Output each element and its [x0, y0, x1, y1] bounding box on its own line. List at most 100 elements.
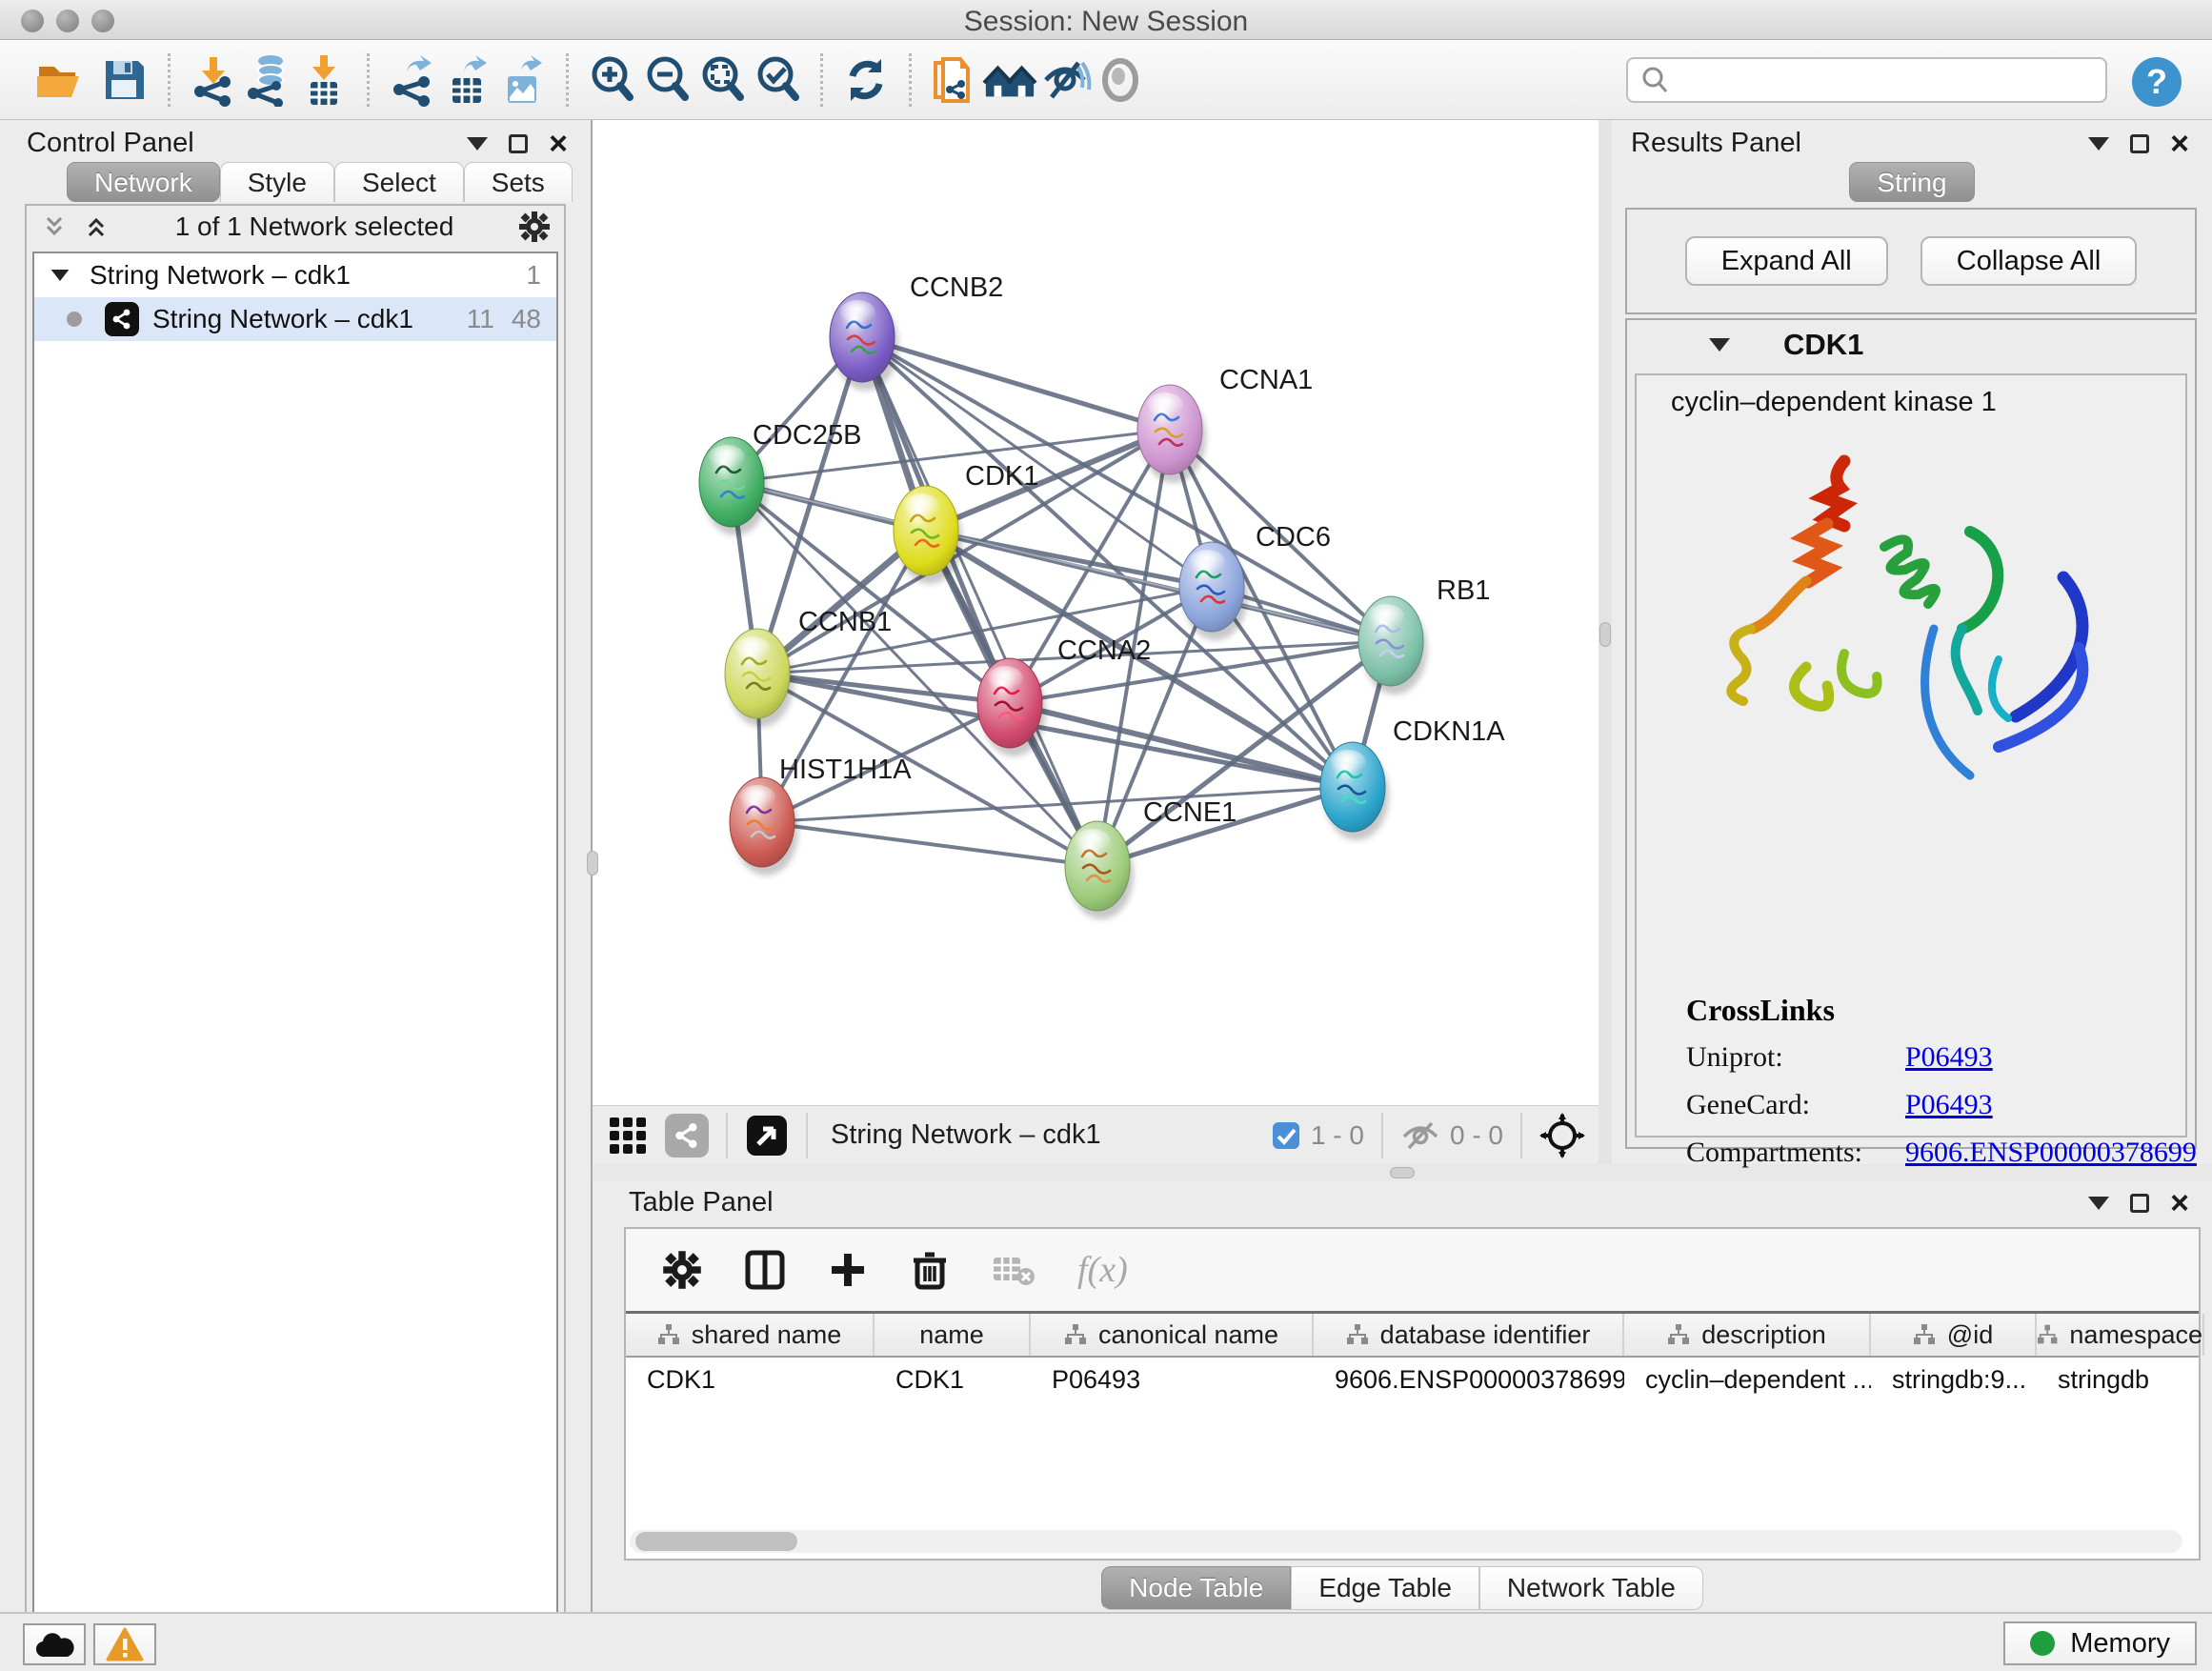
edge-CCNB2-CCNA1[interactable] [862, 337, 1170, 430]
maximize-results-icon[interactable] [2130, 134, 2149, 153]
table-cell[interactable]: stringdb:9... [1871, 1358, 2037, 1401]
maximize-table-icon[interactable] [2130, 1194, 2149, 1213]
column-header-description[interactable]: description [1624, 1314, 1871, 1356]
open-session-button[interactable] [32, 52, 88, 108]
collapse-all-chevrons-icon[interactable] [82, 212, 111, 241]
close-panel-icon[interactable]: × [549, 134, 568, 153]
tab-node-table[interactable]: Node Table [1101, 1566, 1291, 1610]
import-network-database-button[interactable] [241, 52, 296, 108]
edge-CCNE1-HIST1H1A[interactable] [762, 822, 1097, 866]
export-table-button[interactable] [440, 52, 495, 108]
tab-string[interactable]: String [1849, 162, 1974, 202]
tab-network-table[interactable]: Network Table [1479, 1566, 1703, 1610]
column-header-@id[interactable]: @id [1871, 1314, 2037, 1356]
tab-style[interactable]: Style [220, 162, 334, 202]
scrollbar-thumb[interactable] [635, 1532, 797, 1551]
table-horizontal-scrollbar[interactable] [630, 1530, 2182, 1553]
tab-select[interactable]: Select [334, 162, 464, 202]
network-collection-row[interactable]: String Network – cdk1 1 [34, 253, 556, 297]
function-builder-button[interactable]: f(x) [1077, 1249, 1128, 1291]
left-splitter-grip[interactable] [587, 851, 598, 876]
table-cell[interactable]: cyclin–dependent ... [1624, 1358, 1871, 1401]
close-results-icon[interactable]: × [2170, 134, 2189, 153]
table-cell[interactable]: CDK1 [875, 1358, 1031, 1401]
add-column-icon[interactable] [828, 1250, 868, 1290]
table-cell[interactable]: 9606.ENSP00000378699 [1314, 1358, 1624, 1401]
column-header-database-identifier[interactable]: database identifier [1314, 1314, 1624, 1356]
expand-all-button[interactable]: Expand All [1685, 236, 1888, 286]
column-header-name[interactable]: name [875, 1314, 1031, 1356]
column-header-canonical-name[interactable]: canonical name [1031, 1314, 1314, 1356]
show-items-button[interactable] [1093, 52, 1148, 108]
maximize-panel-icon[interactable] [509, 134, 528, 153]
network-canvas[interactable]: CCNB2CCNA1CDC25BCDK1CDC6RB1CCNB1CCNA2CDK… [593, 120, 1599, 1105]
float-panel-icon[interactable] [467, 137, 488, 151]
crosslink-link[interactable]: 9606.ENSP00000378699 [1905, 1137, 2197, 1169]
string-document-button[interactable] [927, 52, 982, 108]
import-network-file-button[interactable] [186, 52, 241, 108]
edge-CCNB2-CCNE1[interactable] [862, 337, 1097, 866]
refresh-button[interactable] [838, 52, 894, 108]
tab-network[interactable]: Network [67, 162, 220, 202]
network-list: String Network – cdk1 1 String Network –… [32, 252, 558, 1620]
column-header-shared-name[interactable]: shared name [626, 1314, 875, 1356]
node-RB1[interactable]: RB1 [1358, 575, 1490, 695]
tab-edge-table[interactable]: Edge Table [1291, 1566, 1479, 1610]
crosslink-link[interactable]: P06493 [1905, 1089, 1993, 1121]
show-columns-icon[interactable] [744, 1249, 786, 1291]
node-CCNA1[interactable]: CCNA1 [1137, 365, 1313, 483]
delete-column-icon[interactable] [910, 1249, 950, 1291]
horizontal-splitter-grip[interactable] [1390, 1167, 1415, 1178]
delete-table-icon[interactable] [992, 1252, 1036, 1288]
close-table-icon[interactable]: × [2170, 1194, 2189, 1213]
grid-view-icon[interactable] [606, 1114, 650, 1158]
network-options-gear-icon[interactable] [518, 211, 551, 243]
tab-sets[interactable]: Sets [464, 162, 573, 202]
zoom-out-button[interactable] [639, 52, 694, 108]
search-box[interactable] [1626, 57, 2107, 103]
zoom-in-button[interactable] [584, 52, 639, 108]
open-in-new-window-icon[interactable] [745, 1114, 789, 1158]
gene-section: CDK1 cyclin–dependent kinase 1 [1625, 318, 2197, 1149]
network-graph[interactable]: CCNB2CCNA1CDC25BCDK1CDC6RB1CCNB1CCNA2CDK… [593, 120, 1599, 1105]
gene-expander-icon[interactable] [1709, 338, 1730, 352]
zoom-selected-button[interactable] [750, 52, 805, 108]
memory-button[interactable]: Memory [2003, 1621, 2197, 1665]
node-CDKN1A[interactable]: CDKN1A [1320, 716, 1505, 840]
warnings-button[interactable] [93, 1623, 156, 1665]
table-cell[interactable]: stringdb [2037, 1358, 2204, 1401]
selected-checkbox-icon[interactable] [1271, 1120, 1301, 1151]
import-table-file-button[interactable] [296, 52, 352, 108]
search-input[interactable] [1672, 61, 2105, 99]
cloud-button[interactable] [23, 1623, 86, 1665]
column-header-namespace[interactable]: namespace [2037, 1314, 2204, 1356]
zoom-fit-button[interactable] [694, 52, 750, 108]
table-options-gear-icon[interactable] [662, 1250, 702, 1290]
node-CDK1[interactable]: CDK1 [894, 461, 1038, 584]
collection-expander-icon[interactable] [51, 270, 70, 281]
gene-header[interactable]: CDK1 [1627, 320, 2195, 370]
node-CDC25B[interactable]: CDC25B [699, 420, 861, 535]
help-button[interactable]: ? [2130, 55, 2183, 113]
expand-all-chevrons-icon[interactable] [40, 212, 69, 241]
hidden-eye-icon[interactable] [1400, 1119, 1440, 1152]
org-chart-icon [657, 1324, 680, 1345]
float-results-icon[interactable] [2088, 137, 2109, 151]
table-cell[interactable]: CDK1 [626, 1358, 875, 1401]
float-table-icon[interactable] [2088, 1197, 2109, 1210]
node-CCNE1[interactable]: CCNE1 [1065, 797, 1237, 919]
node-label-CCNE1: CCNE1 [1143, 797, 1237, 828]
network-row[interactable]: String Network – cdk1 11 48 [34, 297, 556, 341]
export-image-button[interactable] [495, 52, 551, 108]
fit-crosshair-icon[interactable] [1539, 1113, 1585, 1158]
network-view-share-icon[interactable] [665, 1114, 709, 1158]
export-network-button[interactable] [385, 52, 440, 108]
hide-items-button[interactable] [1037, 52, 1093, 108]
table-cell[interactable]: P06493 [1031, 1358, 1314, 1401]
houses-button[interactable] [982, 52, 1037, 108]
table-row[interactable]: CDK1CDK1P064939606.ENSP00000378699cyclin… [626, 1358, 2199, 1401]
collapse-all-button[interactable]: Collapse All [1920, 236, 2138, 286]
crosslink-link[interactable]: P06493 [1905, 1041, 1993, 1074]
save-session-button[interactable] [97, 52, 152, 108]
vertical-splitter-grip[interactable] [1599, 622, 1611, 647]
